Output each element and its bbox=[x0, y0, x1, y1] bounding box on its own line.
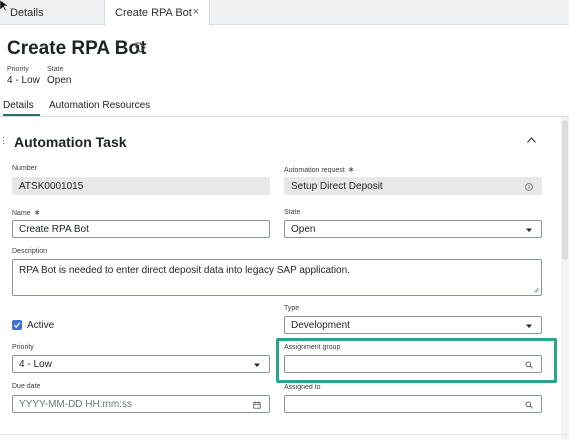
active-tab-indicator bbox=[3, 114, 40, 116]
tab-form-details[interactable]: Details bbox=[3, 100, 34, 111]
due-date-label: Due date bbox=[12, 383, 41, 390]
due-date-placeholder: YYYY-MM-DD HH:mm:ss bbox=[19, 398, 132, 410]
type-label: Type bbox=[284, 305, 300, 312]
section-title: Automation Task bbox=[14, 134, 127, 150]
assignment-group-highlight bbox=[276, 338, 557, 383]
priority-value: 4 - Low bbox=[19, 358, 52, 370]
drag-handle-icon[interactable]: · · · bbox=[2, 133, 5, 149]
header-state-value: Open bbox=[47, 75, 72, 86]
page-title: Create RPA Bot bbox=[7, 38, 147, 59]
automation-request-label: Automation request ∗ bbox=[284, 165, 354, 174]
automation-request-label-text: Automation request bbox=[284, 167, 345, 174]
name-label: Name ∗ bbox=[12, 208, 40, 217]
number-field: ATSK0001015 bbox=[12, 177, 270, 195]
active-checkbox[interactable] bbox=[12, 320, 22, 330]
state-select[interactable]: Open bbox=[284, 220, 542, 238]
tab-automation-resources[interactable]: Automation Resources bbox=[49, 100, 150, 111]
required-marker: ∗ bbox=[33, 208, 41, 217]
header-priority-label: Priority bbox=[7, 66, 29, 73]
active-label: Active bbox=[27, 320, 55, 331]
number-value: ATSK0001015 bbox=[19, 180, 84, 192]
mouse-cursor-icon bbox=[0, 0, 8, 12]
priority-label: Priority bbox=[12, 344, 34, 351]
name-input[interactable]: Create RPA Bot bbox=[12, 220, 270, 238]
chevron-up-icon[interactable] bbox=[527, 137, 536, 143]
assigned-to-input[interactable] bbox=[284, 395, 542, 413]
tab-details[interactable]: Details bbox=[0, 0, 104, 25]
description-value: RPA Bot is needed to enter direct deposi… bbox=[19, 265, 350, 276]
header-state-label: State bbox=[47, 66, 64, 73]
number-label: Number bbox=[12, 165, 37, 172]
header-priority-value: 4 - Low bbox=[7, 75, 40, 86]
automation-request-value: Setup Direct Deposit bbox=[291, 180, 383, 192]
search-icon[interactable] bbox=[525, 401, 533, 409]
chevron-down-icon bbox=[254, 363, 260, 367]
info-icon[interactable] bbox=[525, 183, 533, 191]
section-bottom-divider bbox=[0, 434, 569, 435]
type-value: Development bbox=[291, 319, 350, 331]
resize-handle-icon[interactable] bbox=[533, 287, 539, 293]
required-marker: ∗ bbox=[347, 165, 355, 174]
priority-select[interactable]: 4 - Low bbox=[12, 355, 270, 373]
chevron-down-icon bbox=[526, 228, 532, 232]
tab-strip: Details Create RPA Bot × bbox=[0, 0, 569, 26]
scrollbar-thumb[interactable] bbox=[562, 120, 568, 260]
description-label: Description bbox=[12, 248, 48, 255]
close-icon[interactable]: × bbox=[193, 6, 199, 18]
checkmark-icon bbox=[13, 322, 21, 329]
calendar-icon[interactable] bbox=[253, 401, 261, 409]
name-label-text: Name bbox=[12, 210, 31, 217]
state-label: State bbox=[284, 209, 301, 216]
description-textarea[interactable]: RPA Bot is needed to enter direct deposi… bbox=[12, 259, 542, 296]
tag-icon[interactable] bbox=[135, 42, 146, 53]
tab-create-label: Create RPA Bot bbox=[115, 7, 192, 19]
due-date-input[interactable]: YYYY-MM-DD HH:mm:ss bbox=[12, 395, 270, 413]
type-select[interactable]: Development bbox=[284, 316, 542, 334]
automation-request-field: Setup Direct Deposit bbox=[284, 177, 542, 195]
name-value: Create RPA Bot bbox=[19, 223, 89, 235]
assigned-to-label: Assigned to bbox=[284, 384, 321, 391]
tab-create-rpa-bot[interactable]: Create RPA Bot × bbox=[104, 0, 210, 26]
chevron-down-icon bbox=[526, 324, 532, 328]
tab-details-label: Details bbox=[10, 6, 44, 19]
state-value: Open bbox=[291, 223, 316, 235]
